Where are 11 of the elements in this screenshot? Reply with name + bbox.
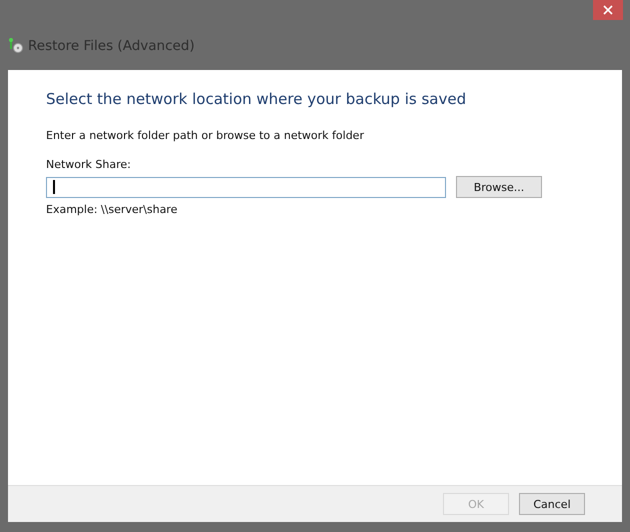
field-label: Network Share: — [46, 158, 132, 171]
network-share-field[interactable] — [46, 176, 446, 198]
instruction-text: Enter a network folder path or browse to a network folder — [46, 129, 365, 142]
close-icon — [603, 5, 613, 15]
window-title: Restore Files (Advanced) — [28, 38, 195, 54]
cancel-button[interactable]: Cancel — [519, 493, 585, 515]
example-text: Example: \\server\share — [46, 203, 178, 216]
browse-button[interactable]: Browse... — [456, 176, 542, 198]
dialog-heading: Select the network location where your backup is saved — [46, 90, 468, 108]
close-button[interactable] — [593, 0, 623, 20]
restore-icon — [8, 38, 24, 54]
